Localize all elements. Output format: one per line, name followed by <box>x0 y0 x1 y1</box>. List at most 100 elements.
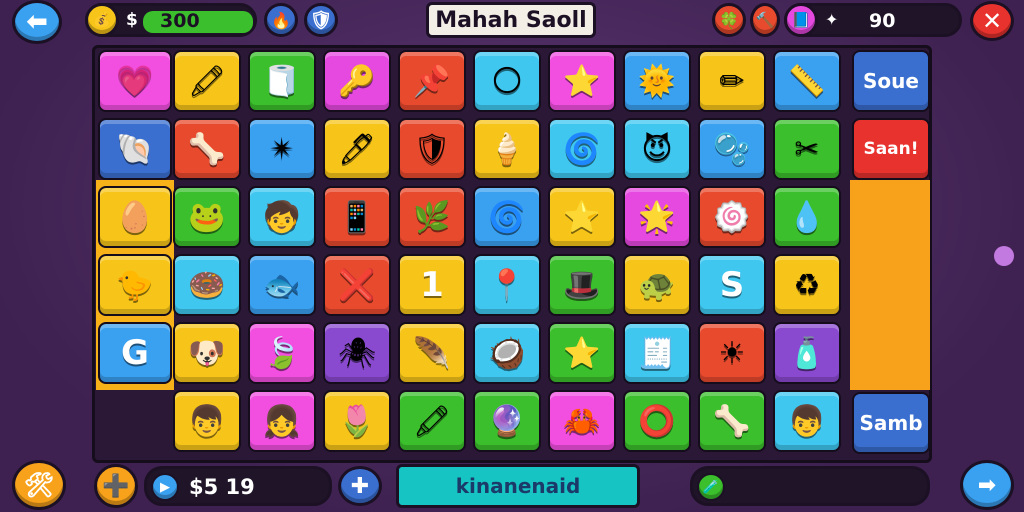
tile[interactable]: 🐚 <box>98 118 172 180</box>
shield-icon: 🛡 <box>309 9 333 31</box>
tile[interactable]: 🐶 <box>173 322 241 384</box>
tile[interactable]: 💧 <box>773 186 841 248</box>
tile[interactable]: ✂ <box>773 118 841 180</box>
tile[interactable]: 🛡 <box>398 118 466 180</box>
tile[interactable]: 🖍 <box>173 50 241 112</box>
tile[interactable]: 👧 <box>248 390 316 452</box>
tile[interactable]: 🎩 <box>548 254 616 316</box>
tile-icon: 👦 <box>788 403 826 439</box>
side-button-top[interactable]: Soue <box>852 50 930 112</box>
tile[interactable]: 🖊 <box>323 118 391 180</box>
tile[interactable]: 1 <box>398 254 466 316</box>
tile[interactable]: 😈 <box>623 118 691 180</box>
tile-icon: 🥥 <box>488 335 526 371</box>
tile-icon: 🌿 <box>413 199 451 235</box>
tools-button[interactable]: 🛠 <box>12 460 66 510</box>
boost-button[interactable]: 🔥 <box>264 3 298 37</box>
tile-icon: ⭐ <box>563 335 601 371</box>
tile[interactable]: 🌕 <box>473 50 541 112</box>
tile[interactable]: 📏 <box>773 50 841 112</box>
tile-icon: 🧾 <box>638 335 676 371</box>
hint-button[interactable]: 🍀 <box>712 3 746 37</box>
tile[interactable]: ☀ <box>698 322 766 384</box>
tile[interactable]: 🍥 <box>698 186 766 248</box>
tile-icon: 🌷 <box>338 403 376 439</box>
coin-icon: 💰 <box>85 3 119 37</box>
tile[interactable]: ✴ <box>248 118 316 180</box>
tile[interactable]: ⭐ <box>548 186 616 248</box>
add-button[interactable]: ➕ <box>94 464 138 508</box>
tile[interactable]: 🧒 <box>248 186 316 248</box>
tile[interactable]: 📍 <box>473 254 541 316</box>
tile-icon: 🐚 <box>116 131 154 167</box>
tile[interactable]: 🪶 <box>398 322 466 384</box>
tile[interactable]: 📌 <box>398 50 466 112</box>
tile[interactable]: 🌟 <box>623 186 691 248</box>
side-button-bottom[interactable]: Samb <box>852 392 930 454</box>
tile[interactable]: 🦴 <box>173 118 241 180</box>
tile[interactable]: 📱 <box>323 186 391 248</box>
tile-icon: 🦴 <box>713 403 751 439</box>
tile[interactable]: 🧾 <box>623 322 691 384</box>
tile[interactable]: 🍦 <box>473 118 541 180</box>
tile[interactable]: 🐤 <box>98 254 172 316</box>
tile-icon: 🕷 <box>337 335 377 371</box>
tile[interactable]: 🥚 <box>98 186 172 248</box>
tile[interactable]: 🐟 <box>248 254 316 316</box>
tile[interactable]: 🌀 <box>548 118 616 180</box>
add-money-button[interactable]: ✚ <box>338 466 382 506</box>
score-value: 90 <box>869 10 896 32</box>
tile[interactable]: 🌞 <box>623 50 691 112</box>
close-button[interactable]: ✕ <box>970 1 1014 41</box>
tile[interactable]: 🥥 <box>473 322 541 384</box>
tile[interactable]: 🌷 <box>323 390 391 452</box>
arrow-right-icon: ➡ <box>977 472 997 498</box>
tile[interactable]: ⭕ <box>623 390 691 452</box>
tile[interactable]: 🧴 <box>773 322 841 384</box>
tile[interactable]: 💗 <box>98 50 172 112</box>
side-button-red-label: Saan! <box>863 139 919 159</box>
tool-button[interactable]: 🔨 <box>750 3 780 37</box>
tile[interactable]: 🔑 <box>323 50 391 112</box>
tile[interactable]: 🖍 <box>398 390 466 452</box>
tile-icon: 🐢 <box>638 267 676 303</box>
tile[interactable]: 🕷 <box>323 322 391 384</box>
shield-button[interactable]: 🛡 <box>304 3 338 37</box>
scroll-dot[interactable] <box>994 246 1014 266</box>
tile[interactable]: 🐢 <box>623 254 691 316</box>
tile[interactable]: 👦 <box>173 390 241 452</box>
tile[interactable]: 🦀 <box>548 390 616 452</box>
plus-icon: ✚ <box>350 473 370 499</box>
tile[interactable]: S <box>698 254 766 316</box>
potion-icon: 🧪 <box>697 473 725 501</box>
tile[interactable]: 🦴 <box>698 390 766 452</box>
tile-icon: ♻ <box>793 267 821 303</box>
next-button[interactable]: ➡ <box>960 460 1014 510</box>
tile[interactable]: 🧻 <box>248 50 316 112</box>
tile[interactable]: 🌀 <box>473 186 541 248</box>
tile[interactable]: ⭐ <box>548 50 616 112</box>
tile[interactable]: ❌ <box>323 254 391 316</box>
tile[interactable]: 🍩 <box>173 254 241 316</box>
tile[interactable]: 🍃 <box>248 322 316 384</box>
back-button[interactable]: ⬅ <box>12 0 62 44</box>
tile[interactable]: 🔮 <box>473 390 541 452</box>
tile-icon: 💗 <box>116 63 154 99</box>
tile[interactable]: 🌿 <box>398 186 466 248</box>
tile[interactable]: G <box>98 322 172 384</box>
tile-icon: 1 <box>420 265 444 305</box>
tile[interactable]: 👦 <box>773 390 841 452</box>
side-button-red[interactable]: Saan! <box>852 118 930 180</box>
tile[interactable]: 🫧 <box>698 118 766 180</box>
score-separator: ✦ <box>825 10 839 29</box>
tile-icon: 🛡 <box>412 131 452 167</box>
money-bar: ▶ $5 19 <box>144 466 332 506</box>
tile[interactable]: ⭐ <box>548 322 616 384</box>
tile[interactable]: 🐸 <box>173 186 241 248</box>
tile-icon: 🖍 <box>412 403 452 439</box>
tile[interactable]: ✏ <box>698 50 766 112</box>
tile-icon: 💧 <box>788 199 826 235</box>
tile[interactable]: ♻ <box>773 254 841 316</box>
tile-icon: 🎩 <box>563 267 601 303</box>
name-field[interactable]: kinanenaid <box>396 464 640 508</box>
